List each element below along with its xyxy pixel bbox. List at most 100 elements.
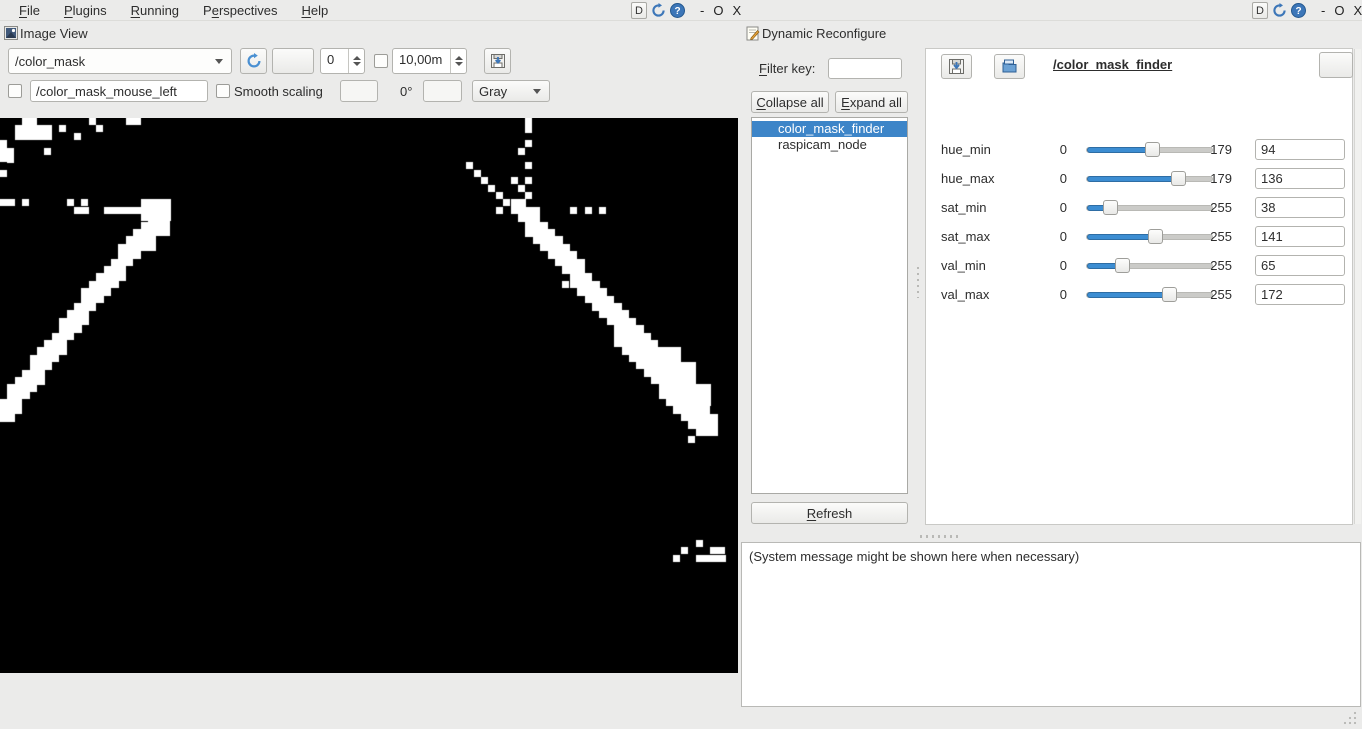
dynamic-reconfigure-titlebar-controls: D ? - O X [1252, 2, 1362, 19]
slider-fill [1087, 234, 1157, 240]
reload-plugin-icon[interactable] [1271, 3, 1287, 19]
minimize-button[interactable]: - [1321, 3, 1325, 18]
menu-file[interactable]: File [8, 2, 51, 19]
slider-handle[interactable] [1148, 229, 1163, 244]
val_min-slider[interactable] [1086, 255, 1213, 277]
blank-box-1[interactable] [340, 80, 378, 102]
param-row-hue_max: hue_max 0 179 [926, 168, 1352, 190]
maximize-button[interactable]: O [713, 3, 723, 18]
selected-node-title: /color_mask_finder [1053, 57, 1172, 72]
zoom-spinbox-value: 0 [327, 52, 334, 67]
spin-up-icon[interactable] [353, 56, 361, 60]
zoom-spinbox[interactable]: 0 [320, 48, 365, 74]
blank-box-2[interactable] [423, 80, 462, 102]
minimize-button[interactable]: - [700, 3, 704, 18]
panel-scrollbar[interactable] [1354, 49, 1361, 524]
menu-plugins[interactable]: Plugins [53, 2, 118, 19]
chevron-down-icon [215, 59, 223, 64]
mouse-topic-input[interactable] [30, 80, 208, 102]
chevron-down-icon [533, 89, 541, 94]
dock-button[interactable]: D [1252, 2, 1268, 19]
image-topic-select[interactable]: /color_mask [8, 48, 232, 74]
sat_min-value-input[interactable] [1255, 197, 1345, 218]
hue_min-slider[interactable] [1086, 139, 1213, 161]
slider-fill [1087, 292, 1171, 298]
param-name-label: val_max [941, 287, 989, 302]
close-button[interactable]: X [1353, 3, 1362, 18]
help-icon[interactable]: ? [669, 3, 685, 19]
refresh-topics-button[interactable] [240, 48, 267, 74]
maximize-button[interactable]: O [1334, 3, 1344, 18]
slider-handle[interactable] [1115, 258, 1130, 273]
horizontal-splitter-handle[interactable] [920, 535, 960, 538]
vertical-splitter-handle[interactable] [916, 266, 920, 298]
slider-handle[interactable] [1103, 200, 1118, 215]
menu-help[interactable]: Help [290, 2, 339, 19]
slider-handle[interactable] [1171, 171, 1186, 186]
slider-handle[interactable] [1145, 142, 1160, 157]
refresh-nodes-button[interactable]: Refresh [751, 502, 908, 524]
load-config-button[interactable] [994, 54, 1025, 79]
publish-mouse-click-checkbox[interactable] [8, 84, 22, 98]
tree-item-raspicam_node[interactable]: raspicam_node [752, 137, 907, 153]
camera-image-view[interactable] [0, 118, 738, 673]
dynamic-range-checkbox[interactable] [374, 54, 388, 68]
val_max-value-input[interactable] [1255, 284, 1345, 305]
image-view-icon [3, 25, 19, 41]
spin-up-icon[interactable] [455, 56, 463, 60]
val_min-value-input[interactable] [1255, 255, 1345, 276]
rotation-label: 0° [400, 84, 412, 99]
node-tree: color_mask_finderraspicam_node [751, 117, 908, 494]
param-min-label: 0 [1060, 229, 1067, 244]
sat_max-value-input[interactable] [1255, 226, 1345, 247]
param-name-label: hue_min [941, 142, 991, 157]
system-message-panel[interactable]: (System message might be shown here when… [741, 542, 1361, 707]
help-icon[interactable]: ? [1290, 3, 1306, 19]
close-button[interactable]: X [732, 3, 741, 18]
max-range-spinbox[interactable]: 10,00m [392, 48, 467, 74]
reload-plugin-icon[interactable] [650, 3, 666, 19]
param-max-label: 255 [1210, 229, 1232, 244]
hue_min-value-input[interactable] [1255, 139, 1345, 160]
color-scheme-value: Gray [479, 84, 507, 99]
val_max-slider[interactable] [1086, 284, 1213, 306]
slider-groove [1086, 263, 1213, 269]
hue_max-slider[interactable] [1086, 168, 1213, 190]
param-row-val_max: val_max0255 [926, 284, 1352, 306]
smooth-scaling-label: Smooth scaling [234, 84, 323, 99]
image-topic-value: /color_mask [15, 54, 85, 69]
parameters-panel: /color_mask_finder hue_min0179hue_max017… [925, 48, 1353, 525]
param-row-hue_min: hue_min0179 [926, 139, 1352, 161]
system-message-text: (System message might be shown here when… [749, 549, 1079, 564]
svg-text:?: ? [674, 6, 680, 17]
save-config-button[interactable] [941, 54, 972, 79]
dock-button[interactable]: D [631, 2, 647, 19]
menu-perspectives[interactable]: Perspectives [192, 2, 288, 19]
slider-handle[interactable] [1162, 287, 1177, 302]
blank-panel-button[interactable] [1319, 52, 1353, 78]
save-image-button[interactable] [484, 48, 511, 74]
menu-running[interactable]: Running [120, 2, 190, 19]
tree-item-color_mask_finder[interactable]: color_mask_finder [752, 121, 907, 137]
param-max-label: 179 [1210, 142, 1232, 157]
spin-down-icon[interactable] [455, 62, 463, 66]
param-name-label: hue_max [941, 171, 994, 186]
expand-all-button[interactable]: Expand all [835, 91, 908, 113]
blank-toolbar-button[interactable] [272, 48, 314, 74]
smooth-scaling-checkbox[interactable] [216, 84, 230, 98]
hue_max-value-input[interactable] [1255, 168, 1345, 189]
collapse-all-button[interactable]: Collapse all [751, 91, 829, 113]
param-min-label: 0 [1060, 171, 1067, 186]
spin-down-icon[interactable] [353, 62, 361, 66]
max-range-spinbox-value: 10,00m [399, 52, 442, 67]
param-max-label: 179 [1210, 171, 1232, 186]
param-min-label: 0 [1060, 258, 1067, 273]
window-resize-grip[interactable] [1342, 710, 1358, 726]
param-row-val_min: val_min0255 [926, 255, 1352, 277]
param-name-label: sat_max [941, 229, 990, 244]
color-scheme-select[interactable]: Gray [472, 80, 550, 102]
dynamic-reconfigure-titlebar: Dynamic Reconfigure [745, 22, 1362, 44]
sat_min-slider[interactable] [1086, 197, 1213, 219]
sat_max-slider[interactable] [1086, 226, 1213, 248]
filter-key-input[interactable] [828, 58, 902, 79]
